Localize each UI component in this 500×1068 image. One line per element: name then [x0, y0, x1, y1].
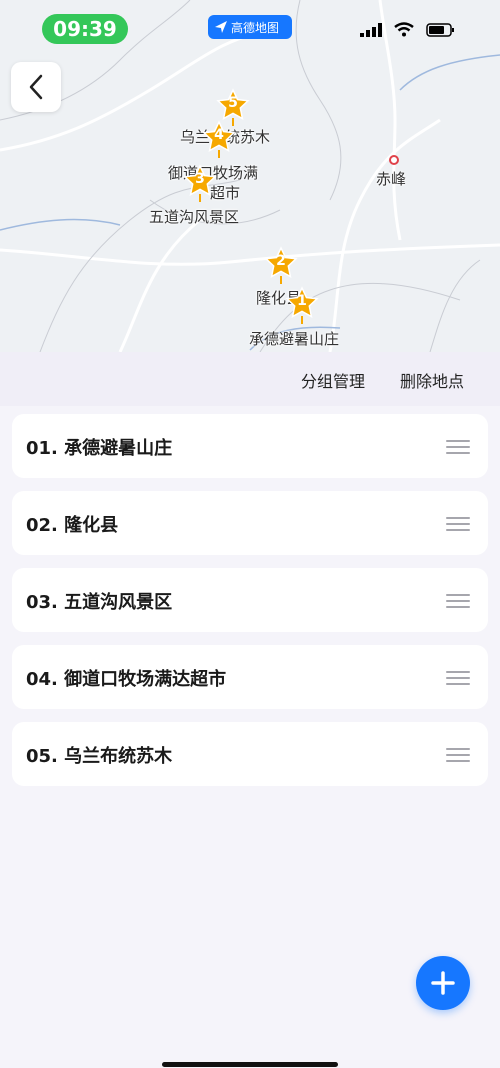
drag-handle-icon[interactable] [446, 517, 470, 531]
status-time: 09:39 [42, 14, 128, 44]
map-view[interactable]: 09:39 高德地图 赤峰 御道口牧场满 超市 五道沟风景区 隆化县 承德避暑山… [0, 0, 500, 352]
pin-number: 5 [228, 95, 238, 111]
place-label: 02. 隆化县 [26, 515, 119, 536]
drag-handle-icon[interactable] [446, 440, 470, 454]
list-item[interactable]: 04. 御道口牧场满达超市 [12, 645, 488, 709]
signal-icon [360, 22, 382, 37]
app-badge: 高德地图 [208, 15, 292, 39]
list-item[interactable]: 03. 五道沟风景区 [12, 568, 488, 632]
drag-handle-icon[interactable] [446, 594, 470, 608]
map-pin-3[interactable]: 3 [183, 164, 217, 204]
status-icons [360, 22, 456, 37]
pin-number: 3 [195, 171, 205, 187]
map-label-wudaogou: 五道沟风景区 [149, 208, 240, 226]
map-pin-2[interactable]: 2 [264, 246, 298, 286]
battery-icon [426, 22, 454, 37]
group-manage-button[interactable]: 分组管理 [301, 368, 365, 392]
place-list: 01. 承德避暑山庄 02. 隆化县 03. 五道沟风景区 04. 御道口牧场满… [12, 414, 488, 799]
add-place-button[interactable] [416, 956, 470, 1010]
list-item[interactable]: 01. 承德避暑山庄 [12, 414, 488, 478]
toolbar: 分组管理 删除地点 [0, 352, 500, 406]
pin-number: 2 [276, 253, 286, 269]
place-label: 04. 御道口牧场满达超市 [26, 669, 227, 690]
home-indicator[interactable] [162, 1062, 338, 1067]
place-label: 01. 承德避暑山庄 [26, 438, 173, 459]
navigation-arrow-icon [215, 21, 227, 33]
pin-number: 4 [214, 127, 224, 143]
chevron-left-icon [29, 74, 43, 100]
status-bar: 09:39 高德地图 [0, 0, 500, 60]
place-label: 03. 五道沟风景区 [26, 592, 173, 613]
list-item[interactable]: 05. 乌兰布统苏木 [12, 722, 488, 786]
app-badge-label: 高德地图 [231, 20, 280, 35]
map-label-chengde: 承德避暑山庄 [249, 330, 340, 348]
list-item[interactable]: 02. 隆化县 [12, 491, 488, 555]
delete-places-button[interactable]: 删除地点 [400, 368, 464, 392]
city-dot-icon [389, 155, 399, 165]
wifi-icon [394, 22, 414, 37]
map-pin-4[interactable]: 4 [202, 120, 236, 160]
map-pin-1[interactable]: 1 [285, 286, 319, 326]
map-label-chifeng: 赤峰 [376, 170, 407, 188]
plus-icon [431, 971, 455, 995]
pin-number: 1 [297, 293, 307, 309]
place-label: 05. 乌兰布统苏木 [26, 746, 173, 767]
drag-handle-icon[interactable] [446, 671, 470, 685]
back-button[interactable] [11, 62, 61, 112]
drag-handle-icon[interactable] [446, 748, 470, 762]
